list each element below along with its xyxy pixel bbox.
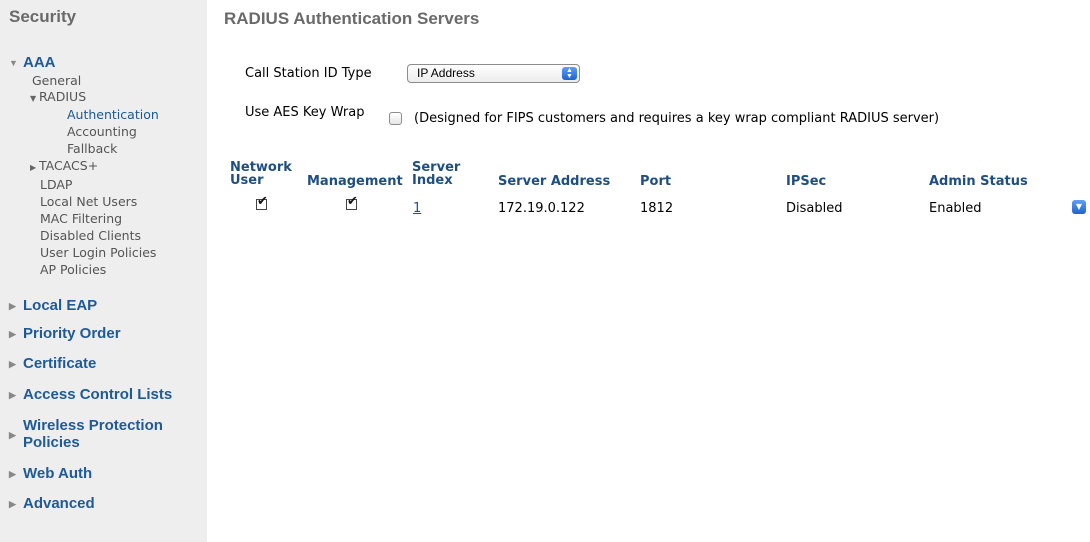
port-cell: 1812 [640,201,674,216]
sidebar-item-mac-filtering[interactable]: MAC Filtering [40,211,122,227]
admin-status-cell: Enabled [929,201,982,216]
sidebar-section-label: Web Auth [23,465,93,482]
management-checkbox[interactable]: ✔ [346,194,359,211]
row-dropdown-button[interactable]: ▼ [1072,200,1086,214]
page-title: RADIUS Authentication Servers [224,9,480,28]
sidebar-section-access-control-lists[interactable]: ▶ Access Control Lists [9,386,172,403]
sidebar-section-label: Wireless Protection Policies [23,417,163,451]
sidebar-section-certificate[interactable]: ▶ Certificate [9,355,96,372]
column-header-admin-status[interactable]: Admin Status [929,175,1028,188]
column-header-management[interactable]: Management [307,175,403,188]
server-index-link[interactable]: 1 [413,201,421,216]
sidebar: Security ▼ AAA General ▼ RADIUS Authentic… [0,0,207,542]
sidebar-item-label: RADIUS [39,89,87,104]
sidebar-section-label: Advanced [23,495,95,512]
sidebar-item-local-net-users[interactable]: Local Net Users [40,194,137,210]
sidebar-section-aaa[interactable]: ▼ AAA [9,54,56,71]
header-line2: User [230,173,264,188]
checkmark-icon: ✔ [257,194,268,209]
dropdown-arrow-icon: ▼ [1075,202,1083,211]
select-value: IP Address [417,66,475,80]
sidebar-section-priority-order[interactable]: ▶ Priority Order [9,325,121,342]
triangle-right-icon: ▶ [9,469,16,479]
sidebar-item-tacacs[interactable]: ▶ TACACS+ [30,158,98,176]
sidebar-item-authentication[interactable]: Authentication [67,107,159,123]
sidebar-section-wireless-protection-policies[interactable]: ▶ Wireless Protection Policies [9,417,163,451]
triangle-right-icon: ▶ [30,163,37,172]
triangle-right-icon: ▶ [9,301,16,311]
sidebar-section-label: Access Control Lists [23,386,173,403]
sidebar-section-label: Local EAP [23,297,98,314]
triangle-right-icon: ▶ [9,390,16,400]
sidebar-item-ldap[interactable]: LDAP [40,177,72,193]
triangle-right-icon: ▶ [9,329,16,339]
column-header-network-user[interactable]: Network User [230,161,292,187]
triangle-right-icon: ▶ [9,430,16,440]
up-down-arrows-icon: ▲ ▼ [562,67,577,80]
sidebar-item-radius[interactable]: ▼ RADIUS [30,89,86,107]
header-line2: Index [412,173,453,188]
sidebar-item-ap-policies[interactable]: AP Policies [40,262,106,278]
column-header-ipsec[interactable]: IPSec [786,175,826,188]
sidebar-title: Security [9,7,77,26]
triangle-right-icon: ▶ [9,359,16,369]
server-address-cell: 172.19.0.122 [498,201,585,216]
triangle-right-icon: ▶ [9,499,16,509]
sidebar-item-general[interactable]: General [32,73,81,89]
sidebar-section-label-line1: Wireless Protection [23,417,163,434]
sidebar-section-label: Certificate [23,355,97,372]
sidebar-section-web-auth[interactable]: ▶ Web Auth [9,465,92,482]
call-station-id-type-select[interactable]: IP Address ▲ ▼ [407,64,580,83]
aes-key-wrap-label: Use AES Key Wrap [245,105,365,120]
server-index-cell: 1 [413,201,421,216]
sidebar-item-user-login-policies[interactable]: User Login Policies [40,245,156,261]
sidebar-item-fallback[interactable]: Fallback [67,141,117,157]
column-header-port[interactable]: Port [640,175,671,188]
sidebar-section-label: Priority Order [23,325,121,342]
sidebar-item-disabled-clients[interactable]: Disabled Clients [40,228,141,244]
column-header-server-index[interactable]: Server Index [412,161,460,187]
call-station-id-type-label: Call Station ID Type [245,66,372,81]
column-header-server-address[interactable]: Server Address [498,175,610,188]
checkmark-icon: ✔ [347,194,358,209]
sidebar-item-label: TACACS+ [39,158,99,173]
triangle-down-icon: ▼ [30,94,37,103]
network-user-checkbox[interactable]: ✔ [256,194,269,211]
sidebar-section-label: AAA [23,54,56,71]
sidebar-section-label-line2: Policies [23,434,80,451]
sidebar-section-local-eap[interactable]: ▶ Local EAP [9,297,97,314]
ipsec-cell: Disabled [786,201,843,216]
aes-key-wrap-checkbox[interactable] [389,112,402,125]
sidebar-item-accounting[interactable]: Accounting [67,124,137,140]
aes-key-wrap-note: (Designed for FIPS customers and require… [414,111,940,126]
sidebar-section-advanced[interactable]: ▶ Advanced [9,495,95,512]
triangle-down-icon: ▼ [9,58,18,68]
